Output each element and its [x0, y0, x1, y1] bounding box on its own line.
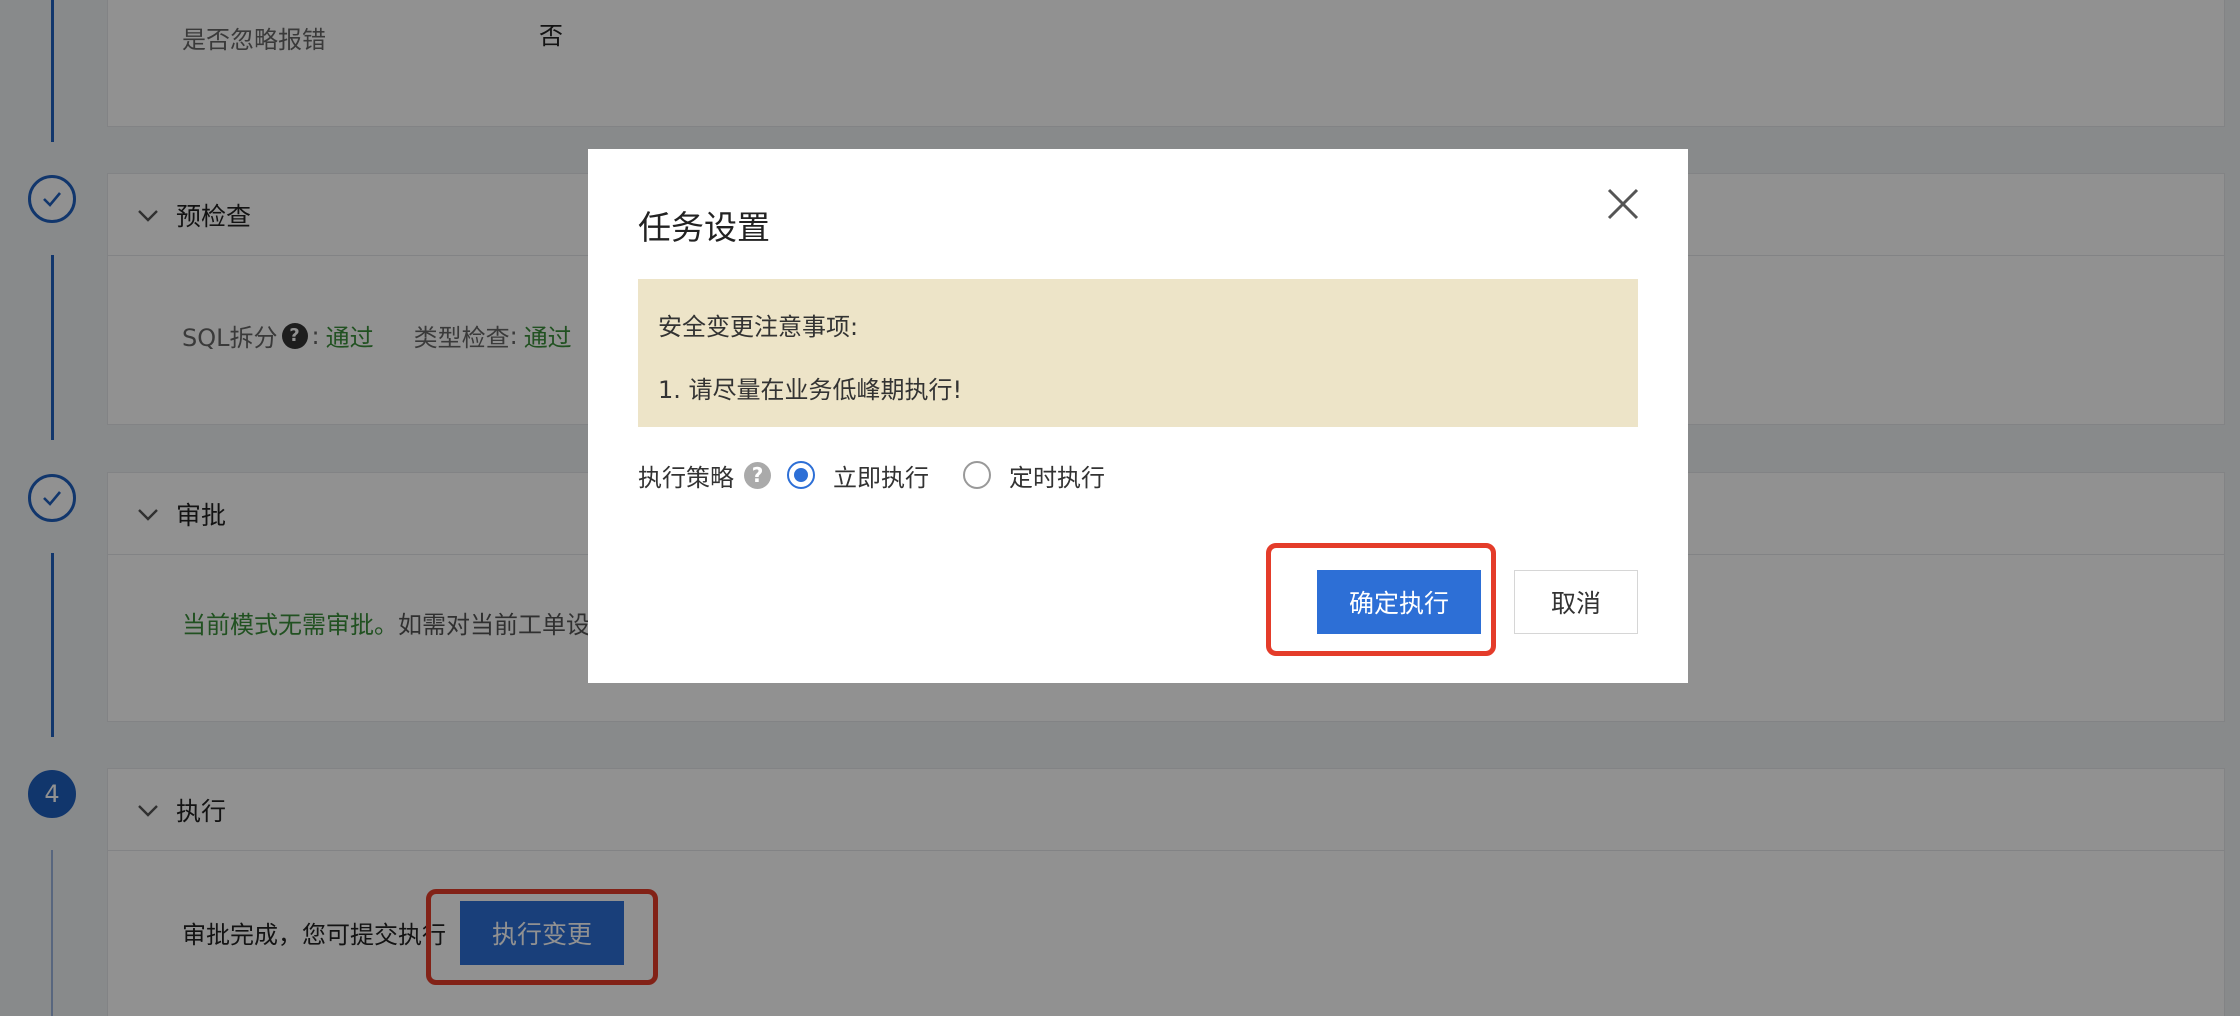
cancel-button[interactable]: 取消 — [1514, 570, 1638, 634]
notice-heading: 安全变更注意事项: — [658, 313, 859, 341]
task-settings-dialog: 任务设置 安全变更注意事项: 1. 请尽量在业务低峰期执行! 执行策略 ? 立即… — [588, 149, 1688, 683]
radio-unchecked-icon[interactable] — [963, 461, 991, 489]
radio-immediate-label: 立即执行 — [833, 463, 929, 492]
radio-checked-icon[interactable] — [787, 461, 815, 489]
execution-strategy: 执行策略 ? 立即执行 定时执行 — [638, 455, 1139, 495]
close-icon[interactable] — [1606, 187, 1640, 221]
radio-scheduled[interactable]: 定时执行 — [963, 458, 1105, 493]
safety-notice: 安全变更注意事项: 1. 请尽量在业务低峰期执行! — [638, 279, 1638, 427]
dialog-title: 任务设置 — [638, 208, 770, 247]
radio-scheduled-label: 定时执行 — [1009, 463, 1105, 492]
highlight-frame — [1266, 543, 1496, 656]
notice-item: 1. 请尽量在业务低峰期执行! — [658, 376, 963, 404]
question-circle-icon[interactable]: ? — [744, 461, 771, 489]
strategy-label: 执行策略 — [638, 463, 734, 492]
radio-immediate[interactable]: 立即执行 — [787, 458, 929, 493]
